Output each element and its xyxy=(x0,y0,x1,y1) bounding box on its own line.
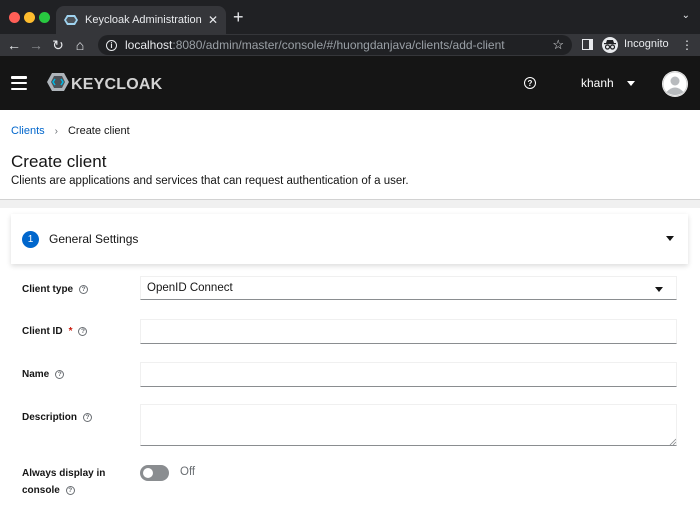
help-icon[interactable]: ? xyxy=(524,77,536,89)
username: khanh xyxy=(581,76,614,90)
always-display-toggle[interactable] xyxy=(140,465,169,481)
new-tab-button[interactable]: + xyxy=(233,8,244,26)
home-icon[interactable]: ⌂ xyxy=(69,35,91,55)
incognito-icon[interactable] xyxy=(602,37,618,53)
incognito-label[interactable]: Incognito xyxy=(624,38,669,50)
side-panel-icon[interactable] xyxy=(582,39,593,50)
client-type-label-text: Client type xyxy=(22,284,74,295)
keycloak-favicon-icon xyxy=(64,15,78,25)
always-display-label-line2: console xyxy=(22,485,60,496)
brand-name: KEYCLOAK xyxy=(71,75,163,93)
address-bar[interactable]: i localhost:8080/admin/master/console/#/… xyxy=(98,35,572,55)
forward-icon[interactable]: → xyxy=(25,35,47,55)
description-textarea[interactable] xyxy=(140,404,677,446)
site-info-icon[interactable]: i xyxy=(106,39,117,51)
client-type-select[interactable]: OpenID Connect xyxy=(140,276,677,300)
help-icon[interactable]: ? xyxy=(55,370,65,379)
client-id-input[interactable] xyxy=(140,319,677,344)
help-icon[interactable]: ? xyxy=(78,327,88,336)
reload-icon[interactable]: ↻ xyxy=(47,35,69,55)
browser-tab-strip: Keycloak Administration Conso ✕ + ⌄ xyxy=(0,0,700,34)
help-icon[interactable]: ? xyxy=(83,413,93,422)
always-display-label-line1: Always display in xyxy=(22,468,106,479)
avatar[interactable] xyxy=(662,71,688,97)
window-close-button[interactable] xyxy=(9,12,20,23)
page-title: Create client xyxy=(11,152,107,171)
breadcrumb: Clients › Create client xyxy=(11,125,130,137)
breadcrumb-clients-link[interactable]: Clients xyxy=(11,125,45,137)
app-masthead: KEYCLOAK ? khanh xyxy=(0,56,700,110)
url-text: localhost:8080/admin/master/console/#/hu… xyxy=(125,38,505,52)
back-icon[interactable]: ← xyxy=(3,35,25,55)
page-description: Clients are applications and services th… xyxy=(11,175,409,187)
tab-title: Keycloak Administration Conso xyxy=(85,14,202,26)
caret-down-icon xyxy=(655,287,663,292)
client-id-label-text: Client ID xyxy=(22,326,63,337)
toggle-state-label: Off xyxy=(180,466,196,478)
chevron-right-icon: › xyxy=(54,125,58,137)
window-zoom-button[interactable] xyxy=(39,12,50,23)
caret-down-icon[interactable] xyxy=(666,236,674,241)
client-type-label: Client type ? xyxy=(22,284,89,295)
name-label-text: Name xyxy=(22,369,50,380)
description-label-text: Description xyxy=(22,412,78,423)
browser-tab[interactable]: Keycloak Administration Conso ✕ xyxy=(56,6,226,34)
bookmark-star-icon[interactable]: ☆ xyxy=(552,37,564,53)
always-display-label: Always display in console? xyxy=(22,465,105,499)
keycloak-logo[interactable]: KEYCLOAK xyxy=(47,73,162,96)
user-dropdown[interactable]: khanh xyxy=(581,76,635,90)
wizard-step-general-settings[interactable]: 1 General Settings xyxy=(11,214,688,264)
browser-menu-icon[interactable]: ⋮ xyxy=(681,38,693,52)
name-label: Name ? xyxy=(22,369,65,380)
help-icon[interactable]: ? xyxy=(65,486,75,495)
keycloak-logo-icon xyxy=(47,73,69,96)
name-input[interactable] xyxy=(140,362,677,387)
client-type-value: OpenID Connect xyxy=(147,282,233,294)
breadcrumb-current: Create client xyxy=(67,125,130,137)
chevron-down-icon xyxy=(626,80,635,86)
window-minimize-button[interactable] xyxy=(24,12,35,23)
resize-handle-icon[interactable] xyxy=(669,438,676,445)
step-label: General Settings xyxy=(49,232,139,246)
tab-search-icon[interactable]: ⌄ xyxy=(682,10,690,21)
description-label: Description ? xyxy=(22,412,93,423)
url-host: localhost xyxy=(125,38,173,52)
step-number-badge: 1 xyxy=(22,230,39,248)
browser-toolbar: ← → ↻ ⌂ i localhost:8080/admin/master/co… xyxy=(0,34,700,56)
client-id-label: Client ID * ? xyxy=(22,326,88,337)
section-background xyxy=(0,200,700,208)
help-icon[interactable]: ? xyxy=(79,285,89,294)
url-path: :8080/admin/master/console/#/huongdanjav… xyxy=(172,38,505,52)
hamburger-menu-icon[interactable] xyxy=(11,76,27,91)
tab-close-icon[interactable]: ✕ xyxy=(208,13,218,27)
required-asterisk: * xyxy=(68,326,73,337)
